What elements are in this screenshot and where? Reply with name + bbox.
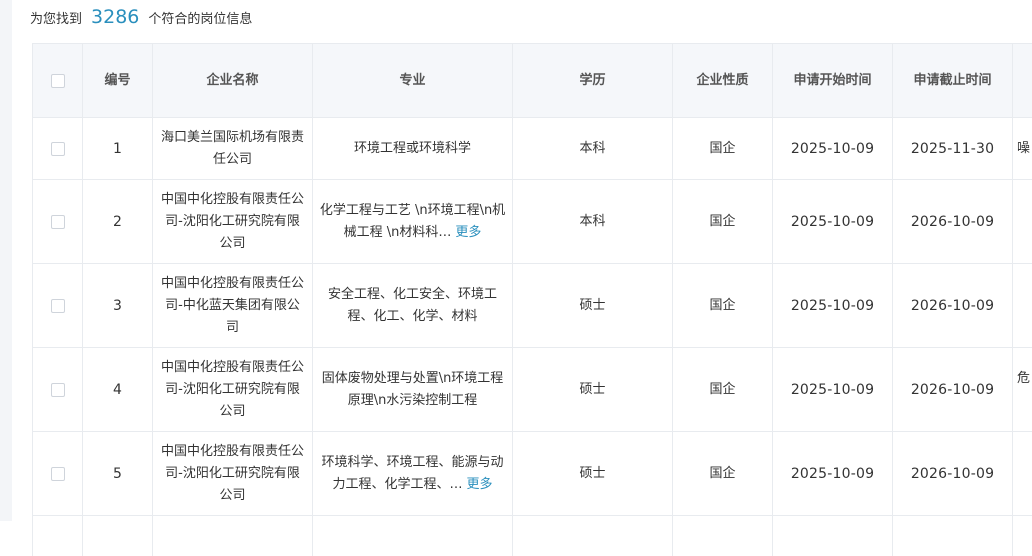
left-panel-edge <box>0 0 12 521</box>
more-link[interactable]: 更多 <box>455 225 481 240</box>
row-checkbox-cell <box>33 118 83 179</box>
row-company: 中国中化控股有限责任公司-沈阳化工研究院有限公司 <box>153 348 313 431</box>
row-major-cell: 化学工程与工艺 \n环境工程\n机械工程 \n材料科… 更多 <box>313 180 513 263</box>
result-summary: 为您找到 3286 个符合的岗位信息 <box>30 6 252 34</box>
row-extra: 噪 <box>1017 140 1031 156</box>
row-company: 海口美兰国际机场有限责任公司 <box>153 118 313 179</box>
header-select-all-cell <box>33 44 83 117</box>
row-apply-start: 2025-10-09 <box>773 264 893 347</box>
table-row[interactable]: 2 中国中化控股有限责任公司-沈阳化工研究院有限公司 化学工程与工艺 \n环境工… <box>33 180 1032 264</box>
row-company-type: 国企 <box>673 264 773 347</box>
row-major-cell: 环境科学、环境工程、能源与动力工程、化学工程、… 更多 <box>313 432 513 515</box>
row-checkbox[interactable] <box>50 382 65 397</box>
header-major[interactable]: 专业 <box>313 44 513 117</box>
row-company: 中国中化控股有限责任公司-中化蓝天集团有限公司 <box>153 264 313 347</box>
row-company-type: 国企 <box>673 432 773 515</box>
row-no: 1 <box>83 118 153 179</box>
row-extra: 危 <box>1017 371 1031 386</box>
row-education: 硕士 <box>513 264 673 347</box>
table-row[interactable]: 5 中国中化控股有限责任公司-沈阳化工研究院有限公司 环境科学、环境工程、能源与… <box>33 432 1032 516</box>
row-company: 中国中化控股有限责任公司-沈阳化工研究院有限公司 <box>153 432 313 515</box>
row-checkbox[interactable] <box>50 214 65 229</box>
header-company[interactable]: 企业名称 <box>153 44 313 117</box>
row-extra <box>1013 432 1032 515</box>
row-apply-end: 2026-10-09 <box>893 348 1013 431</box>
table-row[interactable]: 1 海口美兰国际机场有限责任公司 环境工程或环境科学 本科 国企 2025-10… <box>33 118 1032 180</box>
header-extra <box>1013 44 1032 117</box>
result-count: 3286 <box>91 6 140 28</box>
table-row[interactable] <box>33 516 1032 556</box>
header-apply-end[interactable]: 申请截止时间 <box>893 44 1013 117</box>
row-no: 2 <box>83 180 153 263</box>
row-company-type: 国企 <box>673 180 773 263</box>
job-table: 编号 企业名称 专业 学历 企业性质 申请开始时间 申请截止时间 1 海口美兰国… <box>32 43 1032 556</box>
row-apply-start: 2025-10-09 <box>773 348 893 431</box>
row-company-type: 国企 <box>673 348 773 431</box>
row-apply-start: 2025-10-09 <box>773 118 893 179</box>
row-apply-end: 2026-10-09 <box>893 264 1013 347</box>
row-checkbox[interactable] <box>50 141 65 156</box>
row-major-cell: 安全工程、化工安全、环境工程、化工、化学、材料 <box>313 264 513 347</box>
row-education: 硕士 <box>513 348 673 431</box>
row-extra <box>1013 180 1032 263</box>
row-checkbox-cell <box>33 180 83 263</box>
row-checkbox-cell <box>33 432 83 515</box>
row-apply-start: 2025-10-09 <box>773 432 893 515</box>
row-checkbox-cell <box>33 264 83 347</box>
row-apply-end: 2026-10-09 <box>893 432 1013 515</box>
row-company-type: 国企 <box>673 118 773 179</box>
header-no[interactable]: 编号 <box>83 44 153 117</box>
summary-prefix: 为您找到 <box>30 12 83 27</box>
row-no: 5 <box>83 432 153 515</box>
row-major: 环境工程或环境科学 <box>353 140 471 156</box>
row-no: 4 <box>83 348 153 431</box>
row-major: 安全工程、化工安全、环境工程、化工、化学、材料 <box>327 286 497 324</box>
row-extra <box>1013 264 1032 347</box>
header-apply-start[interactable]: 申请开始时间 <box>773 44 893 117</box>
table-row[interactable]: 3 中国中化控股有限责任公司-中化蓝天集团有限公司 安全工程、化工安全、环境工程… <box>33 264 1032 348</box>
row-major-cell: 环境工程或环境科学 <box>313 118 513 179</box>
row-apply-start: 2025-10-09 <box>773 180 893 263</box>
row-no: 3 <box>83 264 153 347</box>
table-row[interactable]: 4 中国中化控股有限责任公司-沈阳化工研究院有限公司 固体废物处理与处置\n环境… <box>33 348 1032 432</box>
row-education: 硕士 <box>513 432 673 515</box>
row-major: 固体废物处理与处置\n环境工程原理\n水污染控制工程 <box>321 370 504 408</box>
row-checkbox-cell <box>33 348 83 431</box>
row-education: 本科 <box>513 180 673 263</box>
header-education[interactable]: 学历 <box>513 44 673 117</box>
row-apply-end: 2026-10-09 <box>893 180 1013 263</box>
header-company-type[interactable]: 企业性质 <box>673 44 773 117</box>
row-apply-end: 2025-11-30 <box>893 118 1013 179</box>
more-link[interactable]: 更多 <box>467 477 493 492</box>
summary-suffix: 个符合的岗位信息 <box>148 12 253 27</box>
row-education: 本科 <box>513 118 673 179</box>
table-header: 编号 企业名称 专业 学历 企业性质 申请开始时间 申请截止时间 <box>33 44 1032 118</box>
select-all-checkbox[interactable] <box>50 73 65 88</box>
row-company: 中国中化控股有限责任公司-沈阳化工研究院有限公司 <box>153 180 313 263</box>
row-major-cell: 固体废物处理与处置\n环境工程原理\n水污染控制工程 <box>313 348 513 431</box>
row-checkbox[interactable] <box>50 466 65 481</box>
row-checkbox[interactable] <box>50 298 65 313</box>
